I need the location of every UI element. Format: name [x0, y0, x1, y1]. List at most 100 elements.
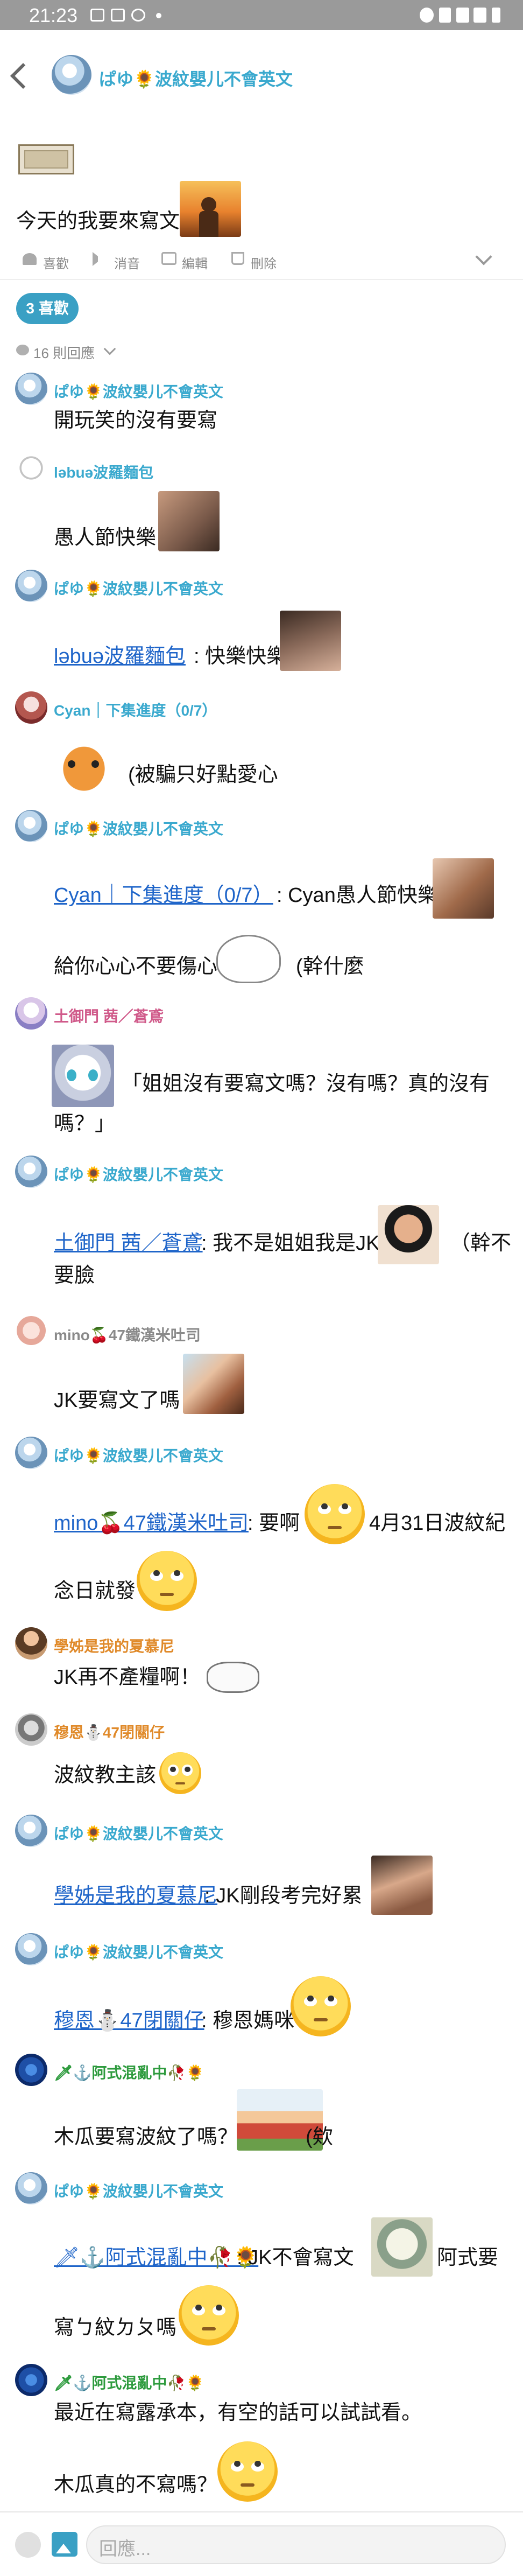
reply-avatar[interactable] — [15, 2172, 47, 2204]
reply-text: : 要啊 — [248, 1512, 300, 1535]
reply-placeholder: 回應... — [99, 2539, 151, 2559]
reply-author[interactable]: ぱゆ🌻波紋嬰儿不會英文 — [54, 1444, 223, 1466]
rolling-eyes-emoji[interactable] — [305, 1484, 365, 1544]
reply-text-2: 嗎？」 — [54, 1112, 116, 1135]
notification-dot-icon — [156, 13, 161, 18]
reply-author[interactable]: ぱゆ🌻波紋嬰儿不會英文 — [54, 1163, 223, 1185]
reply-text: JK再不產糧啊！ — [54, 1666, 201, 1689]
rolling-eyes-emoji[interactable] — [179, 2285, 239, 2346]
reply-author[interactable]: ぱゆ🌻波紋嬰儿不會英文 — [54, 577, 223, 599]
heart-icon[interactable] — [23, 253, 37, 265]
mute-button[interactable]: 消音 — [114, 253, 140, 272]
status-time: 21:23 — [29, 4, 78, 26]
reply-avatar[interactable] — [15, 1156, 47, 1188]
reply-text: (被騙只好點愛心 — [128, 764, 278, 786]
reply-author[interactable]: 🗡⚓阿式混亂中🥀🌻 — [54, 2061, 204, 2083]
post-image[interactable] — [180, 181, 241, 237]
sticker-image[interactable] — [158, 491, 220, 551]
author-avatar[interactable] — [52, 55, 91, 95]
pleading-face-emoji[interactable] — [159, 1752, 201, 1794]
reply-text: 最近在寫露承本，有空的話可以試試看。 — [54, 2402, 422, 2424]
edit-button[interactable]: 編輯 — [182, 253, 208, 272]
author-name[interactable]: ぱゆ🌻波紋嬰儿不會英文 — [99, 66, 293, 90]
reply-text-2: （幹不 — [450, 1232, 512, 1255]
sticker-image[interactable] — [207, 1662, 259, 1693]
mute-icon — [439, 8, 451, 23]
delete-button[interactable]: 刪除 — [251, 253, 277, 272]
reply-author[interactable]: 土御門 茜／蒼鳶 — [54, 1005, 164, 1026]
likes-badge[interactable]: 3 喜歡 — [16, 293, 79, 324]
reply-avatar[interactable] — [15, 2364, 47, 2396]
reply-author[interactable]: 穆恩⛄47閉關仔 — [54, 1721, 165, 1742]
reply-avatar[interactable] — [15, 373, 47, 405]
battery-icon — [492, 8, 500, 23]
reply-text: 愚人節快樂 — [54, 527, 157, 549]
reply-text: 木瓜要寫波紋了嗎？ — [54, 2126, 238, 2148]
reply-author[interactable]: ぱゆ🌻波紋嬰儿不會英文 — [54, 2180, 223, 2201]
reply-avatar[interactable] — [15, 1815, 47, 1847]
reply-author[interactable]: ぱゆ🌻波紋嬰儿不會英文 — [54, 1941, 223, 1962]
sticker-image[interactable] — [216, 935, 281, 983]
mention-link[interactable]: 學姊是我的夏慕尼 — [54, 1884, 217, 1908]
like-button[interactable]: 喜歡 — [43, 253, 69, 272]
reply-author[interactable]: ləbuə波羅麵包 — [54, 461, 153, 482]
reply-text: : JK不會寫文 — [237, 2246, 354, 2269]
emoji-picker-icon[interactable] — [15, 2532, 41, 2558]
sticker-image[interactable] — [183, 1354, 244, 1414]
reply-text: : JK剛段考完好累 — [204, 1885, 363, 1907]
reply-count: 16 則回應 — [33, 345, 95, 361]
reply-avatar[interactable] — [15, 691, 47, 724]
reply-avatar[interactable] — [15, 997, 47, 1030]
sticker-image[interactable] — [52, 734, 116, 792]
sticker-image[interactable] — [433, 858, 494, 919]
sticker-image[interactable] — [371, 2217, 433, 2277]
sort-chevron-icon[interactable] — [103, 342, 116, 355]
reply-text: JK要寫文了嗎 — [54, 1389, 180, 1412]
mention-link[interactable]: Cyan｜下集進度（0/7） — [54, 883, 273, 908]
reply-author[interactable]: Cyan｜下集進度（0/7） — [54, 699, 217, 720]
reply-text-3: 要臉 — [54, 1264, 95, 1287]
reply-author[interactable]: 學姊是我的夏慕尼 — [54, 1635, 174, 1656]
reply-avatar[interactable] — [15, 570, 47, 602]
reply-avatar[interactable] — [15, 1316, 47, 1348]
reply-avatar[interactable] — [15, 1437, 47, 1469]
reply-text: : 穆恩媽咪 — [201, 2010, 295, 2032]
speaker-icon — [93, 252, 108, 266]
reply-author[interactable]: 🗡⚓阿式混亂中🥀🌻 — [54, 2371, 204, 2393]
wifi-icon — [456, 8, 469, 23]
comment-icon — [16, 345, 29, 355]
sticker-image[interactable] — [371, 1856, 433, 1915]
mention-link[interactable]: 土御門 茜／蒼鳶 — [54, 1231, 203, 1256]
reply-text-3: 寫ㄅ紋ㄉㄆ嗎 — [54, 2316, 177, 2339]
reply-avatar[interactable] — [15, 1713, 47, 1746]
reply-author[interactable]: ぱゆ🌻波紋嬰儿不會英文 — [54, 1822, 223, 1844]
reply-avatar[interactable] — [15, 2054, 47, 2086]
reply-text: : 我不是姐姐我是JK — [201, 1232, 380, 1255]
mention-link[interactable]: ləbuə波羅麵包 — [54, 644, 186, 669]
sticker-image[interactable] — [52, 1045, 114, 1107]
reply-text-2: 木瓜真的不寫嗎？ — [54, 2474, 218, 2496]
reply-avatar[interactable] — [15, 1933, 47, 1965]
mention-link[interactable]: mino🍒47鐵漢米吐司 — [54, 1511, 249, 1536]
post-body: 今天的我要來寫文 — [16, 210, 180, 233]
gallery-icon — [90, 9, 104, 22]
rolling-eyes-emoji[interactable] — [137, 1551, 197, 1611]
reply-text-2: 給你心心不要傷心 — [54, 955, 218, 978]
mention-link[interactable]: 🗡⚓阿式混亂中🥀🌻 — [54, 2245, 258, 2270]
reply-author[interactable]: ぱゆ🌻波紋嬰儿不會英文 — [54, 380, 223, 402]
rolling-eyes-emoji[interactable] — [217, 2441, 278, 2502]
reply-avatar[interactable] — [15, 453, 47, 486]
reply-text: 開玩笑的沒有要寫 — [54, 409, 218, 432]
reply-avatar[interactable] — [15, 810, 47, 842]
mention-link[interactable]: 穆恩⛄47閉關仔 — [54, 2008, 204, 2033]
rolling-eyes-emoji[interactable] — [291, 1976, 351, 2036]
reply-author[interactable]: mino🍒47鐵漢米吐司 — [54, 1324, 201, 1345]
reply-avatar[interactable] — [15, 1627, 47, 1660]
divider — [0, 279, 523, 280]
image-upload-icon[interactable] — [52, 2532, 77, 2557]
sticker-image[interactable] — [378, 1205, 439, 1264]
sticker-image[interactable] — [280, 611, 341, 671]
reply-text-3: 念日就發 — [54, 1580, 136, 1602]
chevron-down-icon[interactable] — [475, 248, 492, 265]
reply-author[interactable]: ぱゆ🌻波紋嬰儿不會英文 — [54, 817, 223, 839]
